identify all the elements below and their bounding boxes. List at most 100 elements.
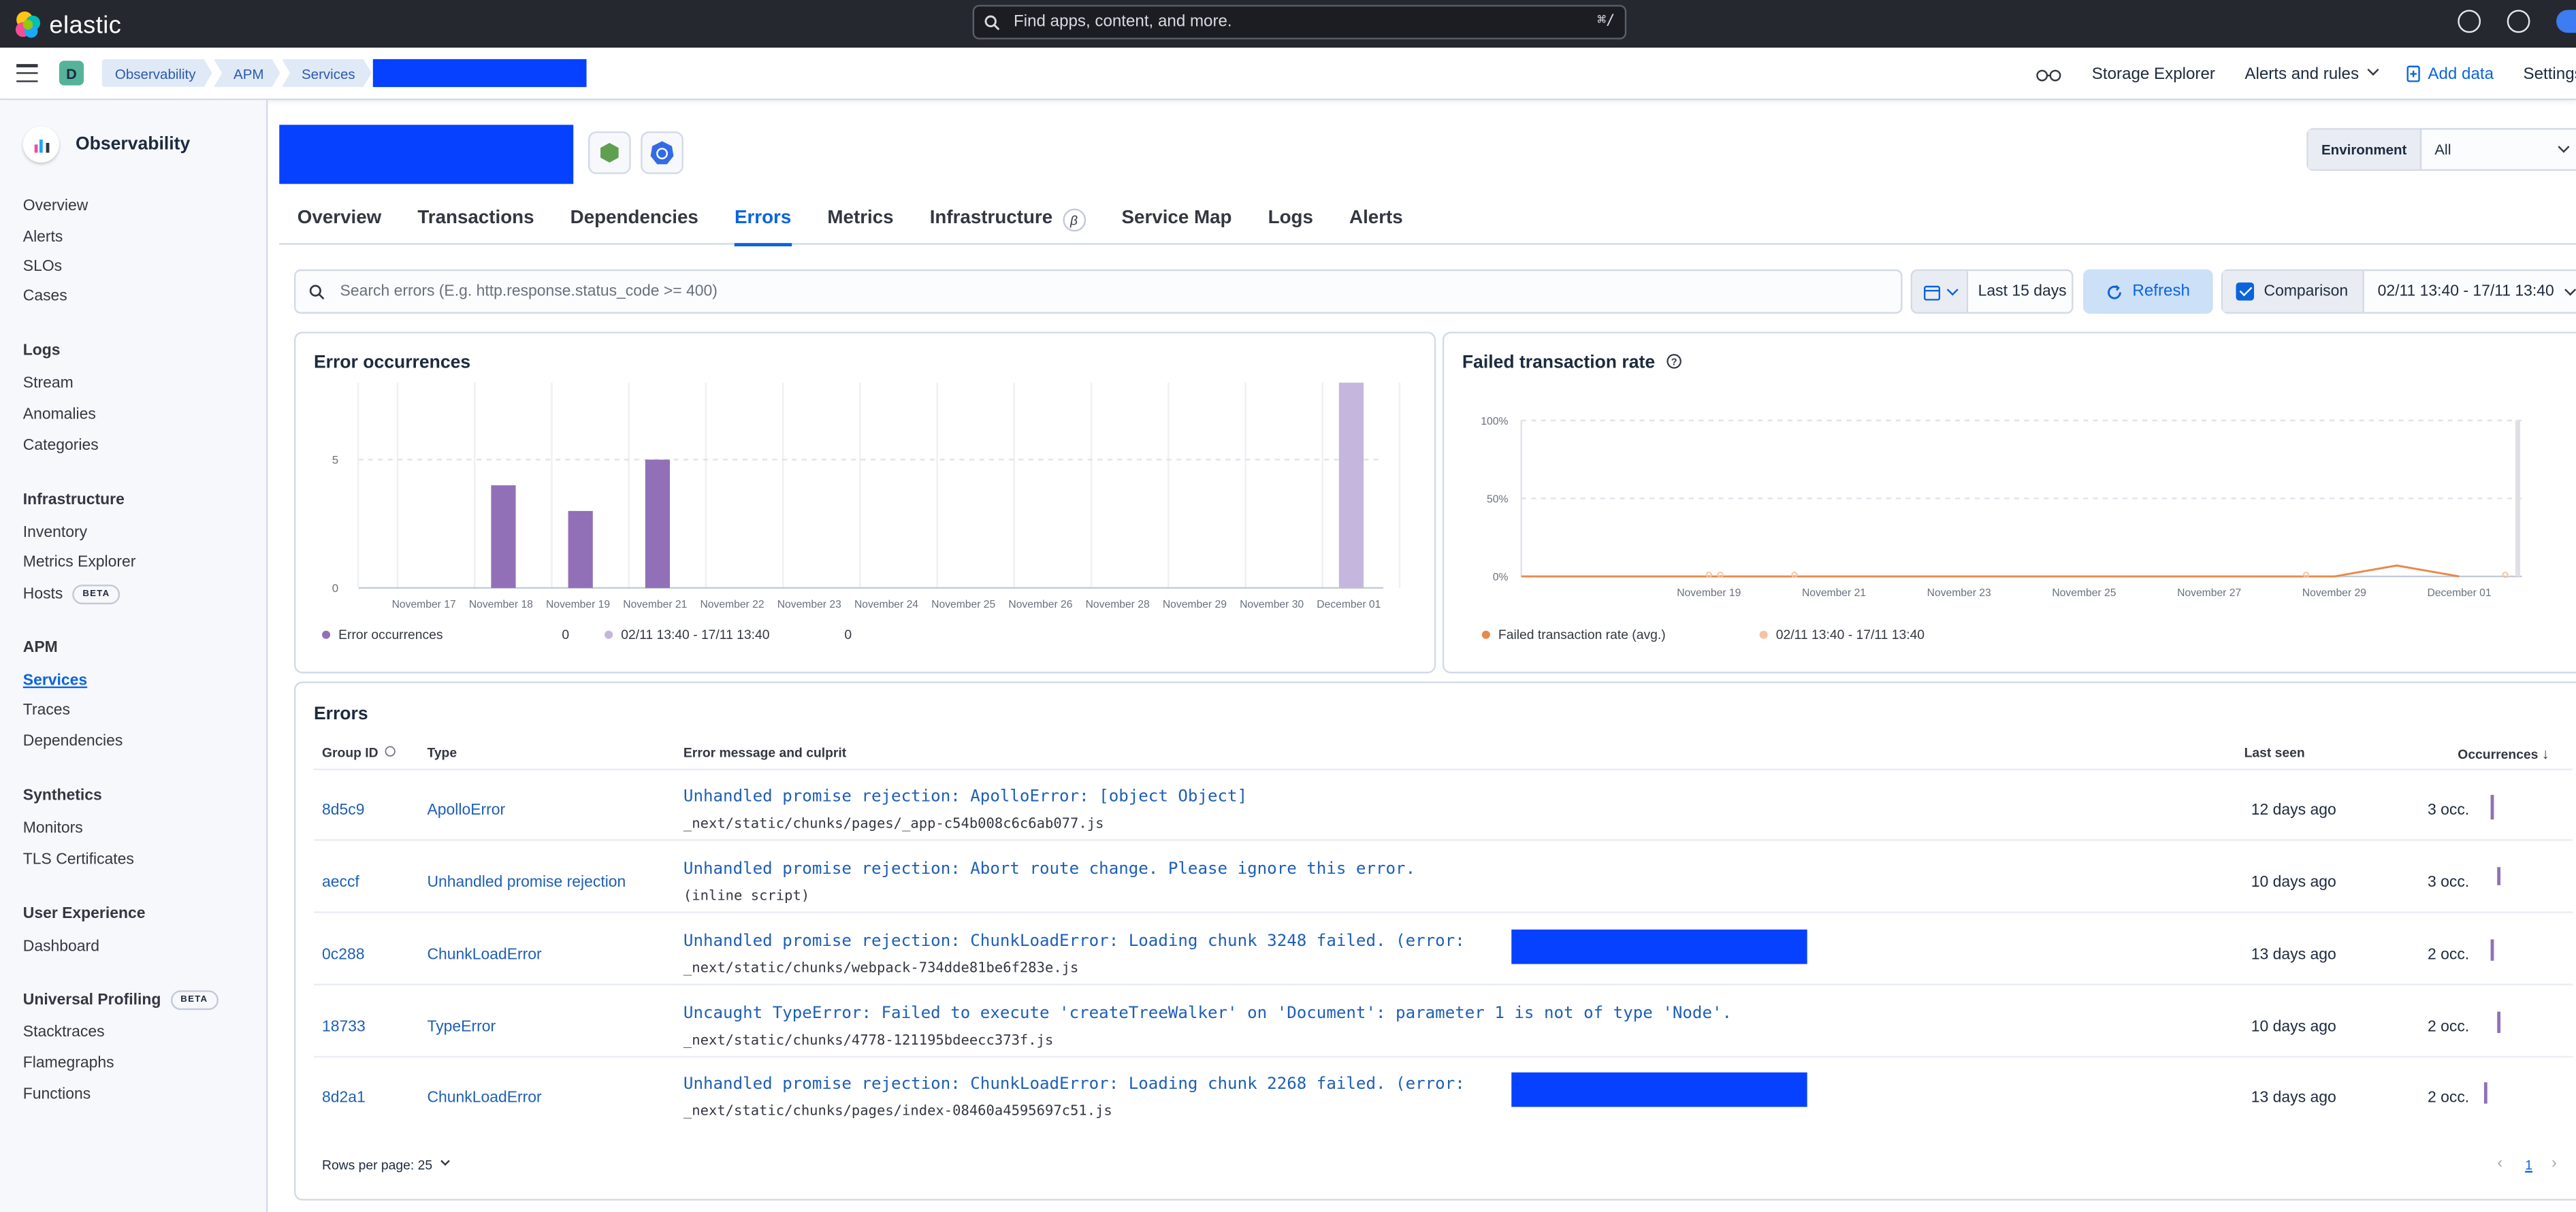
row-divider bbox=[313, 911, 2573, 913]
menu-toggle-icon[interactable] bbox=[16, 64, 38, 82]
sidebar-item-flamegraphs[interactable]: Flamegraphs bbox=[23, 1054, 114, 1072]
last-seen-value: 13 days ago bbox=[2251, 946, 2336, 964]
tab-overview[interactable]: Overview bbox=[279, 202, 400, 245]
tab-metrics[interactable]: Metrics bbox=[809, 202, 912, 245]
sidebar-item-categories[interactable]: Categories bbox=[23, 437, 99, 455]
legend-failed-rate[interactable]: Failed transaction rate (avg.) bbox=[1481, 627, 1666, 642]
inspect-icon[interactable] bbox=[2036, 66, 2063, 82]
x-tick-label: December 01 bbox=[2428, 587, 2492, 599]
calendar-glyph bbox=[1922, 284, 1939, 300]
sidebar-item-stream[interactable]: Stream bbox=[23, 374, 74, 393]
error-group-id-link[interactable]: 0c288 bbox=[322, 946, 364, 964]
sidebar-group-user-experience: User Experience bbox=[22, 904, 146, 923]
header-divider bbox=[313, 768, 2573, 770]
sidebar-item-dashboard[interactable]: Dashboard bbox=[23, 938, 99, 956]
error-message-link[interactable]: Unhandled promise rejection: Abort route… bbox=[683, 861, 1415, 879]
comparison-range-select[interactable]: 02/11 13:40 - 17/11 13:40 bbox=[2378, 282, 2554, 301]
legend-failed-rate-comparison[interactable]: 02/11 13:40 - 17/11 13:40 bbox=[1759, 627, 1925, 642]
legend-comparison[interactable]: 02/11 13:40 - 17/11 13:40 bbox=[605, 627, 770, 642]
sidebar-item-tls-certificates[interactable]: TLS Certificates bbox=[23, 851, 134, 869]
column-type[interactable]: Type bbox=[427, 746, 457, 761]
error-search-input[interactable]: Search errors (E.g. http.response.status… bbox=[293, 269, 1903, 314]
error-group-id-link[interactable]: 8d2a1 bbox=[322, 1089, 366, 1107]
error-group-id-link[interactable]: 18733 bbox=[322, 1018, 366, 1036]
error-message-link[interactable]: Unhandled promise rejection: ChunkLoadEr… bbox=[683, 933, 1465, 951]
beta-badge: BETA bbox=[72, 585, 120, 605]
error-type-link[interactable]: ChunkLoadError bbox=[427, 1089, 541, 1107]
page-1-button[interactable]: 1 bbox=[2525, 1158, 2532, 1173]
column-message[interactable]: Error message and culprit bbox=[683, 746, 846, 761]
error-culprit: _next/static/chunks/4778-121195bdeecc373… bbox=[683, 1032, 1054, 1050]
sidebar-item-alerts[interactable]: Alerts bbox=[23, 228, 63, 246]
tab-transactions[interactable]: Transactions bbox=[400, 202, 552, 245]
sidebar-item-stacktraces[interactable]: Stacktraces bbox=[23, 1023, 105, 1041]
sidebar-item-slos[interactable]: SLOs bbox=[23, 258, 62, 276]
sidebar-item-monitors[interactable]: Monitors bbox=[23, 819, 83, 838]
column-group-id[interactable]: Group ID bbox=[322, 746, 397, 760]
legend-error-occurrences[interactable]: Error occurrences bbox=[322, 627, 443, 642]
sidebar-item-traces[interactable]: Traces bbox=[23, 701, 70, 719]
column-occurrences[interactable]: Occurrences ↓ bbox=[2458, 746, 2549, 762]
elastic-logo[interactable]: elastic bbox=[13, 10, 121, 39]
settings-link[interactable]: Settings bbox=[2523, 65, 2576, 83]
breadcrumb-observability[interactable]: Observability bbox=[102, 59, 212, 87]
user-avatar[interactable] bbox=[2556, 10, 2576, 33]
chevron-down-icon bbox=[1946, 283, 1958, 295]
previous-page-icon[interactable]: ‹ bbox=[2497, 1155, 2502, 1173]
date-picker[interactable]: Last 15 days bbox=[1910, 269, 2074, 314]
sidebar-item-dependencies[interactable]: Dependencies bbox=[23, 732, 123, 751]
column-last-seen[interactable]: Last seen bbox=[2244, 746, 2305, 761]
legend-label: Failed transaction rate (avg.) bbox=[1498, 627, 1666, 642]
tab-alerts[interactable]: Alerts bbox=[1331, 202, 1421, 245]
breadcrumb-services[interactable]: Services bbox=[282, 59, 372, 87]
error-type-link[interactable]: ApolloError bbox=[427, 802, 505, 820]
bar bbox=[1338, 382, 1364, 588]
next-page-icon[interactable]: › bbox=[2551, 1155, 2557, 1173]
refresh-button[interactable]: Refresh bbox=[2083, 269, 2213, 314]
error-group-id-link[interactable]: aeccf bbox=[322, 874, 359, 892]
sidebar-item-services[interactable]: Services bbox=[23, 672, 87, 690]
help-icon[interactable] bbox=[2458, 10, 2481, 33]
sidebar-item-inventory[interactable]: Inventory bbox=[23, 524, 87, 542]
sidebar-item-metrics-explorer[interactable]: Metrics Explorer bbox=[23, 553, 136, 572]
sidebar-item-functions[interactable]: Functions bbox=[23, 1085, 91, 1104]
nodejs-agent-icon[interactable] bbox=[587, 131, 631, 174]
add-data-button[interactable]: Add data bbox=[2406, 65, 2494, 83]
sidebar-item-anomalies[interactable]: Anomalies bbox=[23, 406, 96, 424]
kubernetes-icon[interactable] bbox=[641, 131, 683, 174]
comparison-control[interactable]: Comparison 02/11 13:40 - 17/11 13:40 bbox=[2221, 269, 2576, 314]
news-feed-icon[interactable] bbox=[2507, 10, 2530, 33]
tab-logs[interactable]: Logs bbox=[1250, 202, 1331, 245]
sidebar-item-overview[interactable]: Overview bbox=[23, 197, 88, 216]
search-icon bbox=[309, 284, 325, 299]
error-type-link[interactable]: TypeError bbox=[427, 1018, 496, 1036]
global-search-input[interactable]: Find apps, content, and more. ⌘/ bbox=[972, 5, 1627, 39]
storage-explorer-link[interactable]: Storage Explorer bbox=[2092, 65, 2215, 83]
date-range-label[interactable]: Last 15 days bbox=[1978, 282, 2067, 301]
sidebar-item-hosts[interactable]: Hosts BETA bbox=[23, 585, 120, 605]
error-message-link[interactable]: Unhandled promise rejection: ApolloError… bbox=[683, 788, 1247, 806]
error-type-link[interactable]: ChunkLoadError bbox=[427, 946, 541, 964]
series-line bbox=[1521, 564, 2460, 578]
error-type-link[interactable]: Unhandled promise rejection bbox=[427, 874, 626, 892]
legend-label: 02/11 13:40 - 17/11 13:40 bbox=[1775, 627, 1925, 642]
space-avatar[interactable]: D bbox=[59, 61, 84, 86]
redacted-block bbox=[1511, 1072, 1807, 1107]
tab-errors[interactable]: Errors bbox=[716, 202, 809, 246]
environment-select[interactable]: Environment All bbox=[2306, 128, 2576, 171]
tab-dependencies[interactable]: Dependencies bbox=[552, 202, 716, 245]
error-group-id-link[interactable]: 8d5c9 bbox=[322, 802, 364, 820]
comparison-checkbox[interactable] bbox=[2236, 282, 2255, 301]
calendar-icon[interactable] bbox=[1912, 271, 1969, 312]
info-icon[interactable] bbox=[385, 746, 397, 757]
sidebar-item-cases[interactable]: Cases bbox=[23, 287, 67, 306]
error-message-link[interactable]: Uncaught TypeError: Failed to execute 'c… bbox=[683, 1005, 1732, 1023]
tab-service-map[interactable]: Service Map bbox=[1104, 202, 1250, 245]
breadcrumb-apm[interactable]: APM bbox=[214, 59, 280, 87]
row-divider bbox=[313, 1055, 2573, 1058]
tab-infrastructure[interactable]: Infrastructure β bbox=[912, 202, 1104, 245]
error-message-link[interactable]: Unhandled promise rejection: ChunkLoadEr… bbox=[683, 1076, 1465, 1094]
occurrences-sparkline bbox=[2490, 939, 2494, 961]
rows-per-page-select[interactable]: Rows per page: 25 bbox=[322, 1156, 451, 1173]
alerts-rules-menu[interactable]: Alerts and rules bbox=[2244, 63, 2379, 83]
